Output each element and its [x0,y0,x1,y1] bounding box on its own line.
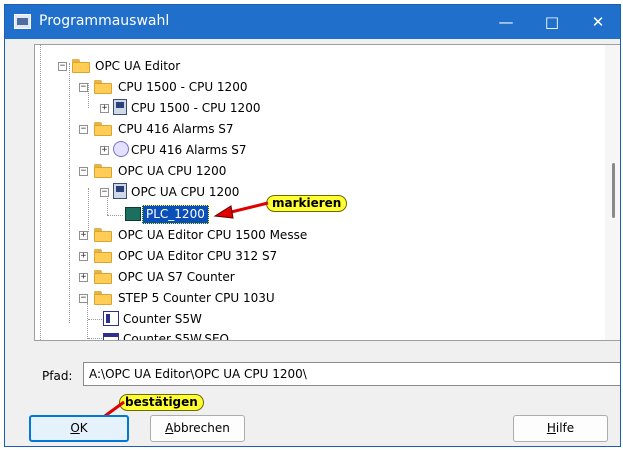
tree-item-label: OPC UA S7 Counter [118,270,235,284]
expand-icon[interactable]: + [79,252,88,261]
collapse-icon[interactable]: − [100,188,109,197]
tree-item-cpu-416-folder[interactable]: − CPU 416 Alarms S7 [35,119,595,141]
tree-item-label: OPC UA CPU 1200 [118,164,227,178]
tree-item-label: OPC UA Editor CPU 1500 Messe [118,228,308,242]
tree-item-label: CPU 416 Alarms S7 [118,122,234,136]
ok-button[interactable]: OK [29,415,129,442]
title-bar: Programmauswahl — □ ✕ [5,5,620,39]
path-field[interactable]: A:\OPC UA Editor\OPC UA CPU 1200\ [83,362,620,386]
ok-button-mnemonic: O [70,421,80,435]
cancel-button-label: bbrechen [173,421,230,435]
minimize-button[interactable]: — [483,5,529,39]
folder-icon [72,59,90,73]
tree-item-opc-ua-editor-cpu-312[interactable]: + OPC UA Editor CPU 312 S7 [35,246,595,268]
expand-icon[interactable]: + [79,273,88,282]
tree-item-opc-ua-editor-cpu-1500-messe[interactable]: + OPC UA Editor CPU 1500 Messe [35,225,595,247]
expand-icon[interactable]: + [79,231,88,240]
cancel-button[interactable]: Abbrechen [150,415,245,442]
scrollbar-thumb[interactable] [612,163,615,218]
maximize-button[interactable]: □ [529,5,575,39]
plc-icon [125,207,141,221]
collapse-icon[interactable]: − [79,167,88,176]
confirm-callout: bestätigen [119,394,204,411]
tree-scrollbar[interactable] [605,45,620,340]
help-button[interactable]: Hilfe [513,415,608,442]
folder-icon [94,270,112,284]
application-icon [14,14,31,29]
tree-item-cpu-416-alarms[interactable]: + CPU 416 Alarms S7 [35,140,595,162]
tree-item-label: Counter S5W [123,312,202,326]
tree-item-opc-ua-editor[interactable]: − OPC UA Editor [35,56,595,78]
mark-arrow-icon [213,201,269,219]
folder-icon [94,80,112,94]
mark-callout: markieren [266,195,348,212]
program-icon [113,183,127,199]
tree-item-counter-s5w-seq[interactable]: Counter S5W.SEQ [35,329,595,341]
close-button[interactable]: ✕ [575,5,620,39]
tree-item-cpu-1500-folder[interactable]: − CPU 1500 - CPU 1200 [35,77,595,99]
counter-icon [103,311,119,326]
collapse-icon[interactable]: − [79,125,88,134]
help-button-mnemonic: H [546,421,556,435]
folder-icon [94,249,112,263]
sequence-icon [103,333,119,340]
tree-item-opc-ua-cpu-1200-folder[interactable]: − OPC UA CPU 1200 [35,161,595,183]
collapse-icon[interactable]: − [79,294,88,303]
program-icon [113,99,127,115]
ok-button-label: K [79,421,88,435]
tree-item-label: OPC UA CPU 1200 [131,185,240,199]
window-title: Programmauswahl [39,13,170,29]
path-label: Pfad: [42,369,73,383]
collapse-icon[interactable]: − [79,83,88,92]
folder-icon [94,122,112,136]
folder-icon [94,228,112,242]
program-tree[interactable]: − OPC UA Editor − CPU 1500 - CPU 1200 + … [34,44,620,341]
program-selection-dialog: Programmauswahl — □ ✕ − OPC UA Editor − … [4,4,621,447]
selected-item-label: PLC_1200 [142,205,209,224]
collapse-icon[interactable]: − [58,62,67,71]
folder-icon [94,164,112,178]
expand-icon[interactable]: + [100,104,109,113]
tree-item-label: OPC UA Editor [95,59,181,73]
expand-icon[interactable]: + [100,146,109,155]
tree-item-label: CPU 1500 - CPU 1200 [118,80,248,94]
tree-item-label: STEP 5 Counter CPU 103U [118,291,275,305]
tree-item-label: CPU 416 Alarms S7 [131,143,247,157]
tree-item-cpu-1500-program[interactable]: + CPU 1500 - CPU 1200 [35,98,595,120]
help-button-label: ilfe [555,421,575,435]
tree-item-step5-counter[interactable]: − STEP 5 Counter CPU 103U [35,288,595,310]
alarm-icon [113,141,129,157]
tree-item-opc-ua-s7-counter[interactable]: + OPC UA S7 Counter [35,267,595,289]
tree-item-label: CPU 1500 - CPU 1200 [131,101,261,115]
tree-item-label: OPC UA Editor CPU 312 S7 [118,249,278,263]
folder-icon [94,291,112,305]
tree-item-label: Counter S5W.SEQ [123,332,229,341]
tree-item-counter-s5w[interactable]: Counter S5W [35,309,595,331]
